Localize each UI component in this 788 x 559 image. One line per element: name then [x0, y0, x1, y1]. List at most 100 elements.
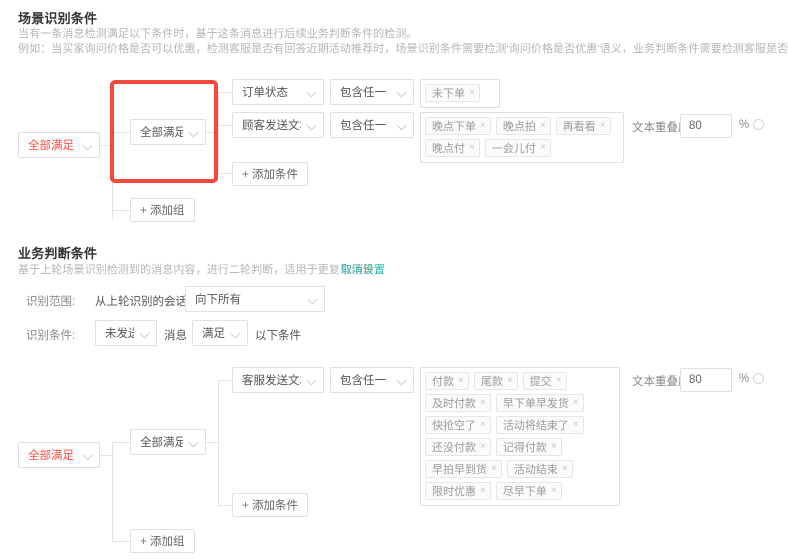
- close-icon[interactable]: ×: [458, 376, 464, 386]
- tree-line: [112, 541, 130, 542]
- keyword-tag[interactable]: 记得付款 ×: [495, 438, 562, 456]
- cancel-settings-link[interactable]: 取消设置: [341, 261, 385, 277]
- scope-direction-select[interactable]: 向下所有: [185, 286, 325, 312]
- condition-send-state-select[interactable]: 未发送: [95, 320, 157, 346]
- keyword-tag[interactable]: 付款 ×: [425, 372, 469, 390]
- keyword-tag-label: 早下单早发货: [502, 398, 569, 410]
- close-icon[interactable]: ×: [480, 442, 486, 452]
- close-icon[interactable]: ×: [556, 376, 562, 386]
- scope-label: 识别范围:: [26, 296, 76, 308]
- section1-row0-field-select[interactable]: 订单状态: [232, 79, 324, 105]
- keyword-tag[interactable]: 一会儿付 ×: [484, 139, 551, 157]
- keyword-tag-label: 活动将结束了: [502, 420, 569, 432]
- section1-add-condition-button[interactable]: + 添加条件: [232, 162, 309, 186]
- section2-row0-operator-select[interactable]: 包含任一: [330, 367, 414, 393]
- keyword-tag[interactable]: 活动结束 ×: [506, 460, 573, 478]
- keyword-tag[interactable]: 限时优惠 ×: [425, 482, 491, 500]
- section2-overlap-input[interactable]: 80: [680, 368, 732, 392]
- info-icon[interactable]: [753, 119, 764, 130]
- tree-line: [112, 210, 130, 211]
- section2-group-logic-select[interactable]: 全部满足: [130, 429, 206, 455]
- section1-row0-operator-select[interactable]: 包含任一: [330, 79, 414, 105]
- section2-title: 业务判断条件: [18, 246, 98, 261]
- chevron-down-icon: [231, 328, 241, 338]
- chevron-down-icon: [397, 87, 407, 97]
- section2-row0-field-select[interactable]: 客服发送文本: [232, 367, 324, 393]
- close-icon[interactable]: ×: [491, 464, 497, 474]
- section1-description-line2: 例如：当买家询问价格是否可以优惠，检测客服是否有回答近期活动推荐时，场景识别条件…: [18, 43, 788, 55]
- section2-group-logic-value: 全部满足: [140, 437, 183, 449]
- close-icon[interactable]: ×: [551, 486, 557, 496]
- section1-add-condition-label: 添加条件: [252, 169, 299, 181]
- section2-add-group-label: 添加组: [150, 536, 185, 548]
- chevron-down-icon: [189, 437, 199, 447]
- section1-group-logic-select[interactable]: 全部满足: [130, 119, 206, 145]
- section2-add-condition-button[interactable]: + 添加条件: [232, 493, 309, 517]
- close-icon[interactable]: ×: [573, 420, 579, 430]
- close-icon[interactable]: ×: [507, 376, 513, 386]
- chevron-down-icon: [308, 294, 318, 304]
- keyword-tag-label: 晚点付: [432, 143, 465, 155]
- keyword-tag[interactable]: 早拍早到货 ×: [425, 460, 502, 478]
- close-icon[interactable]: ×: [551, 442, 557, 452]
- keyword-tag[interactable]: 晚点付 ×: [425, 139, 480, 157]
- section1-row1-tags[interactable]: 晚点下单 × 晚点拍 × 再看看 × 晚点付 × 一会儿付 ×: [420, 112, 624, 163]
- keyword-tag[interactable]: 快抢空了 ×: [425, 416, 491, 434]
- keyword-tag[interactable]: 还没付款 ×: [425, 438, 491, 456]
- section1-add-group-button[interactable]: + 添加组: [130, 198, 195, 222]
- keyword-tag[interactable]: 及时付款 ×: [425, 394, 491, 412]
- close-icon[interactable]: ×: [540, 143, 546, 153]
- keyword-tag[interactable]: 尽早下单 ×: [495, 482, 562, 500]
- tree-line: [112, 442, 130, 443]
- condition-label: 识别条件:: [26, 330, 76, 342]
- close-icon[interactable]: ×: [469, 88, 475, 98]
- chevron-down-icon: [189, 127, 199, 137]
- tree-line: [218, 125, 232, 126]
- section2-add-condition-label: 添加条件: [252, 500, 299, 512]
- section1-root-logic-select[interactable]: 全部满足: [18, 132, 100, 158]
- close-icon[interactable]: ×: [480, 398, 486, 408]
- keyword-tag-label: 晚点拍: [502, 121, 536, 133]
- section2-row0-tags[interactable]: 付款 × 尾款 × 提交 × 及时付款 × 早下单早发货 × 快抢空了 × 活动将结束了 × 还没付款 × 记得…: [420, 367, 620, 506]
- close-icon[interactable]: ×: [480, 121, 486, 131]
- tree-line: [218, 380, 232, 381]
- close-icon[interactable]: ×: [540, 121, 546, 131]
- section1-row0-operator-value: 包含任一: [340, 87, 386, 99]
- section1-row1-operator-select[interactable]: 包含任一: [330, 112, 414, 138]
- section1-add-group-label: 添加组: [150, 205, 185, 217]
- close-icon[interactable]: ×: [600, 121, 606, 131]
- keyword-tag[interactable]: 晚点下单 ×: [425, 117, 491, 135]
- keyword-tag[interactable]: 再看看 ×: [555, 117, 611, 135]
- keyword-tag-label: 晚点下单: [432, 121, 476, 133]
- keyword-tag[interactable]: 活动将结束了 ×: [495, 416, 584, 434]
- keyword-tag[interactable]: 未下单 ×: [425, 84, 480, 102]
- keyword-tag[interactable]: 早下单早发货 ×: [495, 394, 584, 412]
- keyword-tag-label: 付款: [432, 376, 454, 388]
- keyword-tag-label: 未下单: [432, 88, 465, 100]
- info-icon[interactable]: [753, 373, 764, 384]
- keyword-tag[interactable]: 尾款 ×: [473, 372, 518, 390]
- section1-row0-field-value: 订单状态: [242, 87, 288, 99]
- section1-overlap-input[interactable]: 80: [680, 114, 732, 138]
- close-icon[interactable]: ×: [562, 464, 568, 474]
- section1-root-logic-value: 全部满足: [28, 140, 74, 152]
- keyword-tag[interactable]: 晚点拍 ×: [495, 117, 551, 135]
- section2-root-logic-value: 全部满足: [28, 450, 74, 462]
- section2-add-group-button[interactable]: + 添加组: [130, 529, 195, 553]
- close-icon[interactable]: ×: [480, 486, 486, 496]
- close-icon[interactable]: ×: [469, 143, 475, 153]
- close-icon[interactable]: ×: [573, 398, 579, 408]
- section2-root-logic-select[interactable]: 全部满足: [18, 442, 100, 468]
- section1-row0-tags[interactable]: 未下单 ×: [420, 79, 500, 108]
- section2-row0-field-value: 客服发送文本: [242, 375, 301, 387]
- keyword-tag-label: 记得付款: [502, 442, 547, 454]
- keyword-tag-label: 再看看: [562, 121, 596, 133]
- condition-send-state-value: 未发送: [105, 328, 134, 340]
- keyword-tag-label: 还没付款: [432, 442, 476, 454]
- close-icon[interactable]: ×: [480, 420, 486, 430]
- section1-row1-field-select[interactable]: 顾客发送文本: [232, 112, 324, 138]
- keyword-tag-label: 活动结束: [513, 464, 558, 476]
- condition-match-select[interactable]: 满足: [192, 320, 248, 346]
- scene-rule-editor-page: 场景识别条件 当有一条消息检测满足以下条件时，基于这条消息进行后续业务判断条件的…: [0, 0, 788, 559]
- keyword-tag[interactable]: 提交 ×: [522, 372, 567, 390]
